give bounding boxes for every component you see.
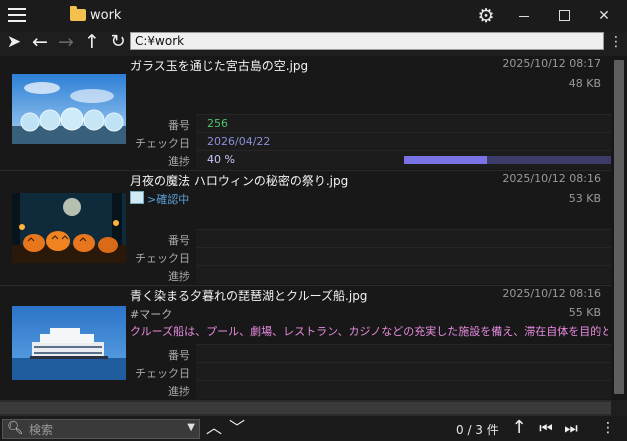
thumbnail-halloween [12,193,126,263]
description-text: クルーズ船は、プール、劇場、レストラン、カジノなどの充実した施設を備え、滞在自体… [130,325,608,338]
path-input[interactable] [130,32,604,50]
skip-first-icon[interactable]: ⏮ [536,418,556,438]
up-arrow-icon[interactable]: ↑ [509,418,529,438]
navigate-arrow-icon[interactable]: ➤ [4,32,24,52]
status-text[interactable]: >確認中 [147,191,189,207]
progress-bar[interactable] [404,156,611,164]
file-row[interactable]: ガラス玉を通じた宮古島の空.jpg 2025/10/12 08:17 48 KB… [0,56,611,171]
file-name: 月夜の魔法 ハロウィンの秘密の祭り.jpg [130,174,349,188]
hamburger-menu-icon[interactable] [8,8,26,24]
file-size: 53 KB [568,192,601,205]
vertical-scrollbar[interactable] [611,56,627,400]
close-button[interactable]: ✕ [590,6,618,26]
result-count: 0 / 3 件 [456,423,499,437]
file-size: 55 KB [568,306,601,319]
back-arrow-icon[interactable]: ← [30,32,50,52]
thumbnail-glass-balls [12,74,126,144]
progress-label: 進捗 [168,385,190,398]
thumbnail-cruise-ship [12,306,126,380]
search-input[interactable] [27,421,181,439]
number-label: 番号 [168,349,190,362]
progress-label: 進捗 [168,270,190,283]
chevron-up-icon[interactable]: ︿ [204,418,224,438]
progress-bar-fill [404,156,487,164]
check-date-value[interactable]: 2026/04/22 [207,135,270,148]
horizontal-scroll-thumb[interactable] [0,402,611,414]
file-name: 青く染まる夕暮れの琵琶湖とクルーズ船.jpg [130,289,368,303]
progress-value[interactable]: 40 % [207,153,235,166]
window-title: work [90,8,122,23]
search-box[interactable]: 🔍︎ ▼ [2,419,200,439]
file-row[interactable]: 月夜の魔法 ハロウィンの秘密の祭り.jpg 2025/10/12 08:16 5… [0,171,611,286]
number-label: 番号 [168,234,190,247]
file-name: ガラス玉を通じた宮古島の空.jpg [130,59,309,73]
number-label: 番号 [168,119,190,132]
forward-arrow-icon[interactable]: → [56,32,76,52]
file-size: 48 KB [568,77,601,90]
chevron-down-icon[interactable]: ﹀ [227,418,247,438]
file-date: 2025/10/12 08:16 [502,287,601,300]
up-arrow-icon[interactable]: ↑ [82,32,102,52]
vertical-scroll-thumb[interactable] [614,60,624,394]
check-date-label: チェック日 [135,252,190,265]
minimize-button[interactable] [510,6,538,26]
gear-icon[interactable]: ⚙ [476,6,496,26]
file-date: 2025/10/12 08:17 [502,57,601,70]
more-options-icon[interactable]: ⋮ [598,418,618,438]
progress-label: 進捗 [168,155,190,168]
search-icon: 🔍︎ [7,421,24,436]
tag-label[interactable]: #マーク [130,306,172,322]
check-date-label: チェック日 [135,137,190,150]
chevron-down-icon[interactable]: ▼ [187,422,195,433]
file-list: ガラス玉を通じた宮古島の空.jpg 2025/10/12 08:17 48 KB… [0,56,611,400]
file-date: 2025/10/12 08:16 [502,172,601,185]
folder-icon [70,6,86,21]
calendar-icon [130,191,144,204]
refresh-icon[interactable]: ↻ [108,32,128,52]
more-options-icon[interactable]: ⋮ [609,32,623,52]
number-value[interactable]: 256 [207,117,228,130]
skip-last-icon[interactable]: ⏭ [561,418,581,438]
maximize-button[interactable] [550,6,578,26]
check-date-label: チェック日 [135,367,190,380]
horizontal-scrollbar[interactable] [0,400,611,416]
file-row[interactable]: 青く染まる夕暮れの琵琶湖とクルーズ船.jpg 2025/10/12 08:16 … [0,286,611,400]
